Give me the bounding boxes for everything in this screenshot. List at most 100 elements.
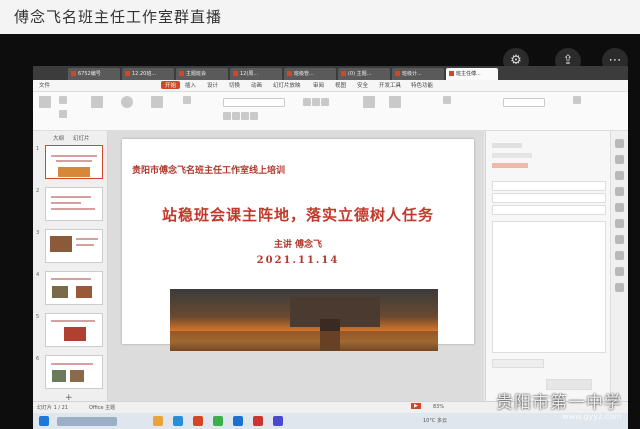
format-painter-icon[interactable] — [91, 96, 104, 108]
edge-icon[interactable] — [173, 416, 183, 426]
font-family-select[interactable] — [223, 98, 286, 107]
slide-edit-area: 贵阳市傅念飞名班主任工作室线上培训 站稳班会课主阵地，落实立德树人任务 主讲 傅… — [108, 131, 484, 401]
copy-icon[interactable] — [59, 110, 68, 118]
explorer-icon[interactable] — [153, 416, 163, 426]
wechat-icon[interactable] — [213, 416, 223, 426]
tab-slides[interactable]: 幻灯片 — [73, 134, 90, 142]
design-side-pane — [485, 131, 610, 401]
slide-thumbnail[interactable] — [45, 187, 103, 221]
shared-screen: 6752编号 12.20班... 主题班会 12(周... 班级管... (0)… — [33, 66, 628, 429]
toolbar-icon[interactable] — [615, 139, 624, 148]
start-icon[interactable] — [39, 416, 49, 426]
toolbar-icon[interactable] — [615, 283, 624, 292]
pane-header — [492, 143, 522, 148]
app-icon[interactable] — [253, 416, 263, 426]
menu-devtools[interactable]: 开发工具 — [379, 81, 401, 89]
watermark-url: www.gyyz.com — [562, 412, 622, 421]
play-slideshow-icon[interactable] — [121, 96, 134, 108]
menu-security[interactable]: 安全 — [357, 81, 368, 89]
slide-thumbnail[interactable] — [45, 229, 103, 263]
play-button[interactable]: ▶ — [411, 403, 421, 409]
current-slide[interactable]: 贵阳市傅念飞名班主任工作室线上培训 站稳班会课主阵地，落实立德树人任务 主讲 傅… — [122, 139, 474, 351]
menu-home[interactable]: 开始 — [161, 81, 181, 89]
browser-icon[interactable] — [233, 416, 243, 426]
slide-number: 1 — [36, 146, 40, 152]
school-building-photo — [170, 289, 438, 351]
pane-field[interactable] — [492, 205, 606, 215]
menu-features[interactable]: 特色功能 — [411, 81, 433, 89]
slide-thumbnail-panel: 大纲 幻灯片 1 2 3 4 5 6 + — [33, 131, 108, 403]
toolbar-icon[interactable] — [615, 219, 624, 228]
slide-title: 站稳班会课主阵地，落实立德树人任务 — [161, 206, 434, 224]
doc-tab[interactable]: 班级计... — [392, 68, 444, 80]
search-icon[interactable] — [503, 98, 546, 107]
stream-header: 傅念飞名班主任工作室群直播 — [0, 0, 640, 34]
slide-speaker: 主讲 傅念飞 — [273, 240, 323, 250]
bold-icon[interactable] — [223, 112, 259, 120]
arrange-icon[interactable] — [389, 96, 402, 108]
doc-tab[interactable]: 12(周... — [230, 68, 282, 80]
search-box[interactable] — [57, 417, 117, 426]
menu-design[interactable]: 设计 — [207, 81, 218, 89]
doc-tab[interactable]: (0) 主题... — [338, 68, 390, 80]
slide-thumbnail[interactable] — [45, 271, 103, 305]
slide-number: 5 — [36, 314, 40, 320]
pane-line — [492, 153, 532, 158]
slide-thumbnail[interactable] — [45, 145, 103, 179]
doc-tab[interactable]: 6752编号 — [68, 68, 120, 80]
slide-number: 3 — [36, 230, 40, 236]
toolbar-icon[interactable] — [615, 251, 624, 260]
paragraph-icon[interactable] — [303, 98, 330, 106]
slide-thumbnail[interactable] — [45, 313, 103, 347]
slide-subtitle: 贵阳市傅念飞名班主任工作室线上培训 — [132, 166, 286, 176]
theme-name: Office 主题 — [89, 405, 116, 411]
school-watermark: 贵阳市第一中学 — [496, 393, 622, 413]
right-toolbar — [610, 131, 628, 401]
slide-number: 2 — [36, 188, 40, 194]
menu-bar: 文件 开始 插入 设计 切换 动画 幻灯片放映 审阅 视图 安全 开发工具 特色… — [33, 80, 628, 92]
find-icon[interactable] — [443, 96, 452, 104]
replace-icon[interactable] — [573, 96, 582, 104]
menu-insert[interactable]: 插入 — [185, 81, 196, 89]
toolbar-icon[interactable] — [615, 171, 624, 180]
pane-field[interactable] — [492, 193, 606, 203]
pane-notes[interactable] — [492, 221, 606, 353]
doc-tab-active[interactable]: 班主任傅... — [446, 68, 498, 80]
new-slide-icon[interactable] — [151, 96, 164, 108]
menu-review[interactable]: 审阅 — [313, 81, 324, 89]
doc-tab[interactable]: 12.20班... — [122, 68, 174, 80]
shapes-icon[interactable] — [363, 96, 376, 108]
doc-tab[interactable]: 主题班会 — [176, 68, 228, 80]
windows-taskbar: 10°C 多云 — [33, 413, 628, 429]
weather-text: 10°C 多云 — [423, 418, 447, 424]
slide-number: 6 — [36, 356, 40, 362]
app-icon[interactable] — [273, 416, 283, 426]
toolbar-icon[interactable] — [615, 235, 624, 244]
toolbar-icon[interactable] — [615, 203, 624, 212]
menu-animation[interactable]: 动画 — [251, 81, 262, 89]
toolbar-icon[interactable] — [615, 187, 624, 196]
zoom-level[interactable]: 83% — [433, 404, 444, 410]
pane-field[interactable] — [492, 181, 606, 191]
menu-view[interactable]: 视图 — [335, 81, 346, 89]
pane-button[interactable] — [492, 359, 544, 368]
doc-tab[interactable]: 班级管... — [284, 68, 336, 80]
ribbon-toolbar — [33, 92, 628, 131]
menu-slideshow[interactable]: 幻灯片放映 — [273, 81, 301, 89]
page-indicator: 幻灯片 1 / 21 — [37, 405, 68, 411]
menu-file[interactable]: 文件 — [39, 81, 50, 89]
slide-number: 4 — [36, 272, 40, 278]
paste-icon[interactable] — [39, 96, 52, 108]
wps-icon[interactable] — [193, 416, 203, 426]
menu-transition[interactable]: 切换 — [229, 81, 240, 89]
slide-date: 2021.11.14 — [256, 255, 340, 266]
stream-title: 傅念飞名班主任工作室群直播 — [14, 8, 223, 26]
document-tabs: 6752编号 12.20班... 主题班会 12(周... 班级管... (0)… — [33, 66, 628, 80]
toolbar-icon[interactable] — [615, 267, 624, 276]
toolbar-icon[interactable] — [615, 155, 624, 164]
tab-outline[interactable]: 大纲 — [53, 134, 64, 142]
pane-link[interactable] — [492, 163, 528, 168]
cut-icon[interactable] — [59, 96, 68, 104]
slide-thumbnail[interactable] — [45, 355, 103, 389]
layout-icon[interactable] — [183, 96, 192, 104]
